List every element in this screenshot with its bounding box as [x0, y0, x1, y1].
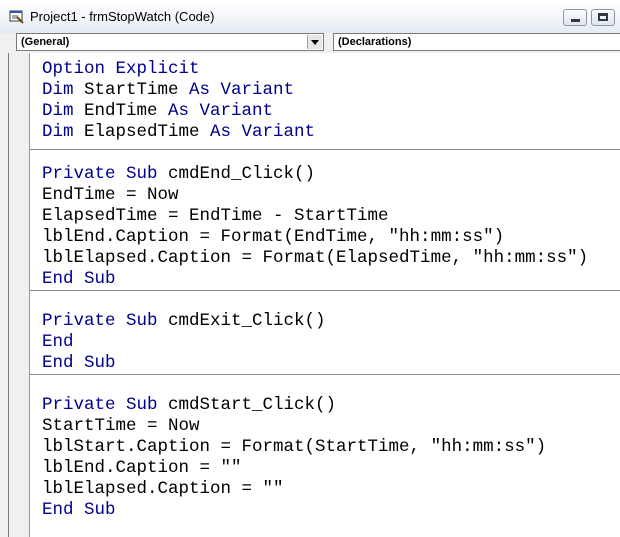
- code-line[interactable]: StartTime = Now: [42, 416, 200, 437]
- keyword: Private Sub: [42, 164, 158, 184]
- dropdown-bar: (General) (Declarations): [0, 33, 620, 53]
- keyword: As Variant: [189, 80, 295, 100]
- keyword: Option Explicit: [42, 59, 200, 79]
- procedure-name: cmdStart_Click(): [157, 395, 337, 415]
- identifier: EndTime: [73, 101, 169, 121]
- keyword: End Sub: [42, 269, 116, 289]
- code-line[interactable]: Dim StartTime As Variant: [42, 80, 294, 101]
- procedure-separator: [30, 290, 620, 291]
- code-line[interactable]: End: [42, 332, 74, 353]
- code-line[interactable]: End Sub: [42, 269, 116, 290]
- keyword: Dim: [42, 122, 74, 142]
- minimize-button[interactable]: [563, 9, 587, 26]
- window-title: Project1 - frmStopWatch (Code): [30, 9, 215, 24]
- procedure-dropdown[interactable]: (Declarations): [333, 33, 620, 51]
- keyword: End Sub: [42, 500, 116, 520]
- code-line[interactable]: lblEnd.Caption = "": [42, 458, 242, 479]
- code-line[interactable]: EndTime = Now: [42, 185, 179, 206]
- code-line[interactable]: End Sub: [42, 500, 116, 521]
- code-line[interactable]: lblElapsed.Caption = Format(ElapsedTime,…: [42, 248, 588, 269]
- code-line[interactable]: lblEnd.Caption = Format(EndTime, "hh:mm:…: [42, 227, 504, 248]
- code-line[interactable]: Private Sub cmdStart_Click(): [42, 395, 336, 416]
- keyword: End Sub: [42, 353, 116, 373]
- minimize-icon: [571, 19, 580, 22]
- restore-button[interactable]: [591, 9, 615, 26]
- procedure-separator: [30, 149, 620, 150]
- keyword: As Variant: [168, 101, 274, 121]
- code-window-icon: [9, 10, 24, 24]
- code-line[interactable]: Private Sub cmdEnd_Click(): [42, 164, 315, 185]
- code-line[interactable]: lblElapsed.Caption = "": [42, 479, 284, 500]
- procedure-name: cmdEnd_Click(): [157, 164, 316, 184]
- margin-indicator-bar[interactable]: [0, 53, 30, 537]
- gutter-divider: [8, 53, 9, 537]
- code-line[interactable]: Dim EndTime As Variant: [42, 101, 273, 122]
- identifier: ElapsedTime: [73, 122, 211, 142]
- keyword: As Variant: [210, 122, 316, 142]
- procedure-separator: [30, 374, 620, 375]
- object-dropdown[interactable]: (General): [16, 33, 324, 51]
- identifier: StartTime: [73, 80, 190, 100]
- keyword: Dim: [42, 80, 74, 100]
- code-editor[interactable]: Option Explicit Dim StartTime As Variant…: [30, 53, 620, 537]
- code-line[interactable]: ElapsedTime = EndTime - StartTime: [42, 206, 389, 227]
- keyword: Private Sub: [42, 311, 158, 331]
- code-line[interactable]: lblStart.Caption = Format(StartTime, "hh…: [42, 437, 546, 458]
- title-bar: Project1 - frmStopWatch (Code): [0, 0, 620, 34]
- code-line[interactable]: End Sub: [42, 353, 116, 374]
- procedure-name: cmdExit_Click(): [157, 311, 326, 331]
- code-line[interactable]: Option Explicit: [42, 59, 200, 80]
- procedure-dropdown-value: (Declarations): [338, 36, 412, 48]
- keyword: End: [42, 332, 74, 352]
- keyword: Private Sub: [42, 395, 158, 415]
- keyword: Dim: [42, 101, 74, 121]
- chevron-down-icon[interactable]: [307, 35, 322, 49]
- code-line[interactable]: Private Sub cmdExit_Click(): [42, 311, 326, 332]
- code-line[interactable]: Dim ElapsedTime As Variant: [42, 122, 315, 143]
- object-dropdown-value: (General): [21, 36, 70, 48]
- restore-icon: [598, 13, 608, 21]
